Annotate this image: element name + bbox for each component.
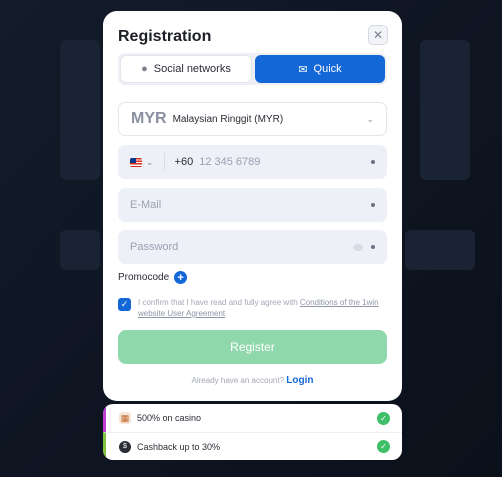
cashback-icon: $	[119, 440, 131, 453]
login-link[interactable]: Login	[286, 375, 313, 386]
modal-title: Registration	[118, 28, 212, 45]
password-field[interactable]: Password	[118, 230, 387, 264]
tab-quick[interactable]: ✉ Quick	[255, 55, 385, 83]
agreement-checkbox[interactable]: ✓	[118, 298, 131, 311]
required-dot-icon	[371, 160, 375, 164]
bonus-label: Cashback up to 30%	[137, 441, 221, 452]
agreement-row: ✓ I confirm that I have read and fully a…	[118, 297, 388, 319]
phone-field[interactable]: ⌄ +60 12 345 6789	[118, 145, 387, 179]
agreement-text: I confirm that I have read and fully agr…	[138, 297, 388, 319]
promocode-row[interactable]: Promocode +	[118, 271, 188, 284]
chevron-down-icon: ⌄	[366, 113, 374, 124]
login-prompt: Already have an account?	[191, 376, 285, 385]
registration-modal: Registration ✕ ● Social networks ✉ Quick…	[103, 11, 402, 401]
eye-icon[interactable]	[353, 243, 363, 251]
promocode-label: Promocode	[118, 272, 170, 283]
backdrop-panel	[405, 230, 475, 270]
email-field[interactable]: E-Mail	[118, 188, 387, 222]
bonus-panel: ▦ 500% on casino ✓ $ Cashback up to 30% …	[103, 404, 402, 460]
close-icon: ✕	[372, 28, 384, 42]
plus-icon[interactable]: +	[174, 271, 188, 284]
phone-placeholder: 12 345 6789	[199, 156, 261, 168]
bonus-row-casino: ▦ 500% on casino ✓	[103, 404, 402, 432]
check-icon: ✓	[377, 411, 390, 425]
required-dot-icon	[371, 245, 375, 249]
backdrop-panel	[60, 230, 100, 270]
envelope-icon: ✉	[298, 63, 308, 76]
chevron-down-icon[interactable]: ⌄	[146, 157, 154, 168]
bonus-row-cashback: $ Cashback up to 30% ✓	[103, 432, 402, 460]
bonus-label: 500% on casino	[137, 413, 202, 423]
tab-social-networks-label: Social networks	[153, 63, 231, 75]
register-button[interactable]: Register	[118, 330, 387, 364]
phone-prefix: +60	[174, 156, 194, 168]
check-icon: ✓	[377, 440, 390, 453]
malaysia-flag-icon[interactable]	[130, 157, 142, 167]
social-icon: ●	[141, 63, 148, 75]
close-button[interactable]: ✕	[368, 25, 388, 45]
currency-code: MYR	[131, 110, 167, 127]
currency-name: Malaysian Ringgit (MYR)	[172, 113, 284, 125]
registration-tabs: ● Social networks ✉ Quick	[118, 53, 387, 85]
casino-icon: ▦	[119, 412, 131, 424]
password-placeholder: Password	[130, 241, 179, 253]
tab-social-networks[interactable]: ● Social networks	[120, 55, 252, 83]
required-dot-icon	[371, 203, 375, 207]
backdrop-panel	[60, 40, 100, 180]
tab-quick-label: Quick	[313, 63, 342, 75]
backdrop-panel	[420, 40, 470, 180]
login-row: Already have an account? Login	[103, 375, 402, 386]
agreement-prefix: I confirm that I have read and fully agr…	[138, 298, 298, 307]
email-placeholder: E-Mail	[130, 199, 162, 211]
divider	[163, 153, 165, 171]
currency-select[interactable]: MYR Malaysian Ringgit (MYR) ⌄	[118, 102, 387, 136]
